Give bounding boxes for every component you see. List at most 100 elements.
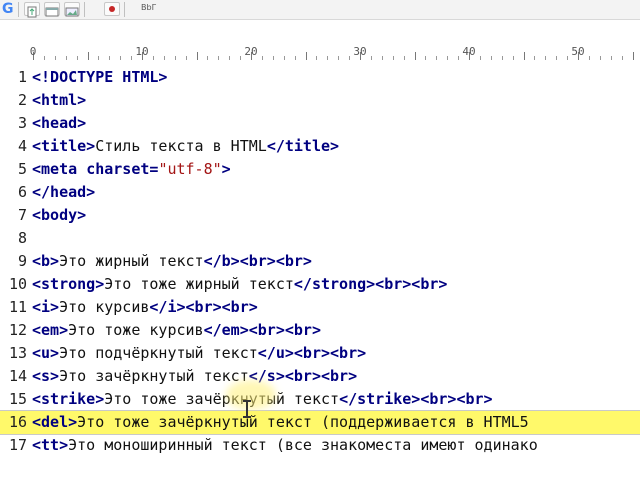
ruler-tick (425, 56, 427, 60)
html-tag-token: <em> (32, 321, 69, 339)
html-tag-token: <head> (32, 114, 87, 132)
record-icon[interactable] (104, 2, 120, 16)
html-tag-token: <meta (32, 160, 87, 178)
ruler-tick (54, 56, 56, 60)
html-tag-token: <strong> (32, 275, 105, 293)
ab-button[interactable]: BbГ (141, 3, 156, 12)
ruler-tick (414, 52, 416, 60)
ruler-tick (316, 56, 318, 60)
ruler-tick (436, 56, 438, 60)
html-tag-token: </strong><br><br> (293, 275, 448, 293)
line-number: 17 (8, 436, 27, 454)
text-token: Это зачёркнутый текст (59, 367, 249, 385)
ruler-tick (523, 52, 525, 60)
toolbar-separator (124, 2, 125, 17)
string-token: "utf-8" (158, 160, 222, 178)
line-number: 14 (8, 367, 27, 385)
html-tag-token: </em><br><br> (203, 321, 321, 339)
text-token: Это тоже курсив (68, 321, 204, 339)
code-content: <!DOCTYPE HTML> (32, 66, 167, 89)
code-line[interactable]: 14 <s>Это зачёркнутый текст</s><br><br> (0, 365, 640, 388)
ruler-tick (632, 52, 634, 60)
text-token: Это жирный текст (59, 252, 204, 270)
code-line[interactable]: 15 <strike>Это тоже зачёркнутый текст</st… (0, 388, 640, 411)
ruler-tick (327, 56, 329, 60)
code-content: <i>Это курсив</i><br><br> (32, 296, 258, 319)
line-number: 1 (17, 68, 27, 86)
ruler-tick (163, 56, 165, 60)
ruler-label: 40 (462, 45, 476, 58)
ruler-tick (599, 56, 601, 60)
code-line[interactable]: 13 <u>Это подчёркнутый текст</u><br><br> (0, 342, 640, 365)
text-token: Это курсив (59, 298, 150, 316)
html-tag-token: </u><br><br> (257, 344, 367, 362)
html-tag-token: <html> (32, 91, 87, 109)
code-line[interactable]: 8 (0, 227, 640, 250)
html-tag-token: </strike><br><br> (339, 390, 493, 408)
code-line[interactable]: 7 <body> (0, 204, 640, 227)
ruler-tick (185, 56, 187, 60)
html-tag-token: <i> (32, 298, 60, 316)
html-tag-token: <b> (32, 252, 60, 270)
code-line[interactable]: 9 <b>Это жирный текст</b><br><br> (0, 250, 640, 273)
image-icon[interactable] (64, 2, 80, 17)
ruler-tick (109, 56, 111, 60)
code-line[interactable]: 11 <i>Это курсив</i><br><br> (0, 296, 640, 319)
ruler-tick (174, 56, 176, 60)
ruler-tick (381, 56, 383, 60)
code-line[interactable]: 12 <em>Это тоже курсив</em><br><br> (0, 319, 640, 342)
ruler-tick (87, 52, 89, 60)
html-tag-token: <tt> (32, 436, 69, 454)
code-content: <del>Это тоже зачёркнутый текст (поддерж… (32, 411, 529, 434)
line-number: 2 (17, 91, 27, 109)
ruler-tick (501, 56, 503, 60)
code-content: <u>Это подчёркнутый текст</u><br><br> (32, 342, 366, 365)
ruler-tick (338, 56, 340, 60)
ruler-tick (120, 56, 122, 60)
html-tag-token: <strike> (32, 390, 105, 408)
ruler-tick (305, 52, 307, 60)
html-tag-token: <u> (32, 344, 60, 362)
line-number: 9 (17, 252, 27, 270)
text-token: Это моноширинный текст (все знакоместа и… (68, 436, 538, 454)
ruler-tick (545, 56, 547, 60)
line-number: 15 (8, 390, 27, 408)
ruler-tick (272, 56, 274, 60)
window-icon[interactable] (44, 2, 60, 17)
attribute-token: charset= (86, 160, 159, 178)
new-file-icon[interactable] (24, 2, 40, 18)
code-line[interactable]: 4 <title>Стиль текста в HTML</title> (0, 135, 640, 158)
text-token: Стиль текста в HTML (95, 137, 267, 155)
line-number: 7 (17, 206, 27, 224)
code-line[interactable]: 5 <meta charset="utf-8"> (0, 158, 640, 181)
ruler-tick (294, 56, 296, 60)
code-content: </head> (32, 181, 95, 204)
ruler-tick (534, 56, 536, 60)
code-line[interactable]: 3 <head> (0, 112, 640, 135)
ruler-label: 20 (244, 45, 258, 58)
ruler-tick (98, 56, 100, 60)
ruler-tick (403, 56, 405, 60)
line-number: 4 (17, 137, 27, 155)
line-number: 6 (17, 183, 27, 201)
html-tag-token: <title> (32, 137, 96, 155)
column-ruler: 0 10 20 30 40 50 (0, 40, 640, 64)
toolbar-separator (18, 2, 19, 17)
google-logo[interactable]: G (2, 0, 14, 18)
code-line[interactable]: 10 <strong>Это тоже жирный текст</strong>… (0, 273, 640, 296)
html-tag-token: </title> (266, 137, 340, 155)
ruler-tick (556, 56, 558, 60)
ruler-tick (207, 56, 209, 60)
code-content: <head> (32, 112, 86, 135)
code-line[interactable]: 16 <del>Это тоже зачёркнутый текст (подде… (0, 410, 640, 435)
ruler-tick (283, 56, 285, 60)
code-line[interactable]: 17 <tt>Это моноширинный текст (все знаком… (0, 434, 640, 457)
code-content: <s>Это зачёркнутый текст</s><br><br> (32, 365, 357, 388)
code-line[interactable]: 6 </head> (0, 181, 640, 204)
code-line[interactable]: 1 <!DOCTYPE HTML> (0, 66, 640, 89)
line-number: 5 (17, 160, 27, 178)
code-content: <html> (32, 89, 86, 112)
ruler-label: 30 (353, 45, 367, 58)
code-line[interactable]: 2 <html> (0, 89, 640, 112)
text-cursor-icon (243, 400, 251, 418)
